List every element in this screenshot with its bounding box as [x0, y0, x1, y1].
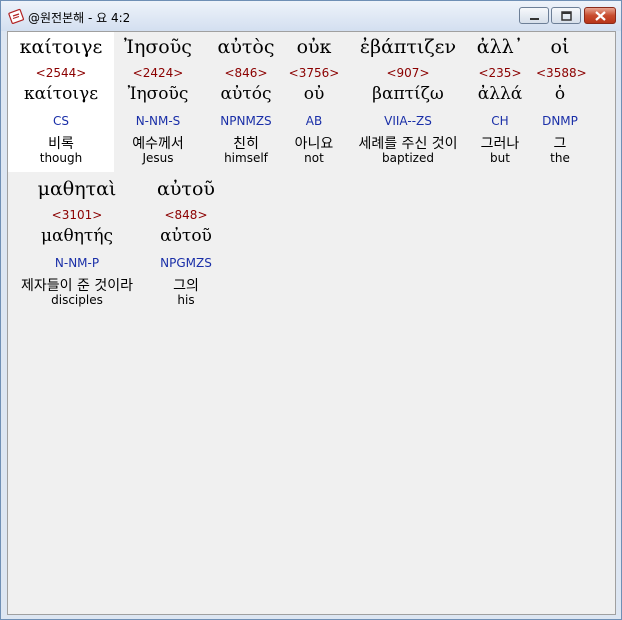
greek-word: οἱ	[550, 36, 570, 58]
maximize-button[interactable]	[551, 7, 581, 24]
strong-number[interactable]: <3756>	[286, 66, 342, 80]
strong-number[interactable]: <2544>	[8, 66, 114, 80]
english-gloss: but	[490, 151, 510, 165]
minimize-button[interactable]	[519, 7, 549, 24]
morphology-code: NPGMZS	[160, 256, 212, 270]
morphology-code: N-NM-P	[54, 256, 100, 270]
english-gloss: Jesus	[142, 151, 174, 165]
morphology-code: AB	[305, 114, 323, 128]
korean-gloss: 제자들이 준 것이라	[21, 278, 133, 294]
english-gloss: baptized	[382, 151, 434, 165]
greek-word: Ἰησοῦς	[124, 36, 192, 58]
bible-app-icon	[8, 8, 24, 24]
greek-word: οὐκ	[296, 36, 332, 58]
close-button[interactable]	[584, 7, 616, 24]
word-cell[interactable]: ἐβάπτιζεν <907> βαπτίζω VIIA--ZS 세례를 주신 …	[345, 32, 471, 172]
greek-word: αὐτὸς	[217, 36, 275, 58]
korean-gloss: 그	[553, 136, 567, 152]
lexical-form: αὐτός	[220, 84, 272, 104]
morphology-code: N-NM-S	[135, 114, 181, 128]
lexical-form: αὐτοῦ	[160, 226, 212, 246]
greek-word: ἐβάπτιζεν	[359, 36, 457, 58]
app-window: @원전본해 - 요 4:2 καίτοιγε <2544> καίτοιγε C…	[0, 0, 622, 620]
restore-icon	[561, 11, 572, 21]
title-bar[interactable]: @원전본해 - 요 4:2	[1, 1, 621, 31]
english-gloss: though	[39, 151, 83, 165]
close-icon	[595, 11, 606, 21]
greek-word: καίτοιγε	[19, 36, 103, 58]
strong-number[interactable]: <3101>	[8, 208, 146, 222]
morphology-code: NPNMZS	[220, 114, 272, 128]
greek-word: ἀλλ᾽	[476, 36, 524, 58]
korean-gloss: 세례를 주신 것이	[358, 136, 458, 152]
word-cell[interactable]: Ἰησοῦς <2424> Ἰησοῦς N-NM-S 예수께서 Jesus	[116, 32, 200, 172]
korean-gloss: 그러나	[480, 136, 520, 152]
strong-number[interactable]: <2424>	[116, 66, 200, 80]
strong-number[interactable]: <235>	[472, 66, 528, 80]
english-gloss: the	[550, 151, 570, 165]
word-cell[interactable]: οὐκ <3756> οὐ AB 아니요 not	[286, 32, 342, 172]
strong-number[interactable]: <848>	[148, 208, 224, 222]
korean-gloss: 예수께서	[132, 136, 184, 152]
word-cell[interactable]: αὐτὸς <846> αὐτός NPNMZS 친히 himself	[202, 32, 290, 172]
minimize-icon	[530, 18, 539, 20]
greek-word: αὐτοῦ	[157, 178, 215, 200]
strong-number[interactable]: <846>	[202, 66, 290, 80]
english-gloss: disciples	[51, 293, 103, 307]
word-cell[interactable]: αὐτοῦ <848> αὐτοῦ NPGMZS 그의 his	[148, 174, 224, 314]
lexical-form: Ἰησοῦς	[127, 84, 189, 104]
word-cell[interactable]: οἱ <3588> ὁ DNMP 그 the	[536, 32, 587, 172]
lexical-form: ἀλλά	[477, 84, 523, 104]
word-cell[interactable]: μαθηταὶ <3101> μαθητής N-NM-P 제자들이 준 것이라…	[8, 174, 146, 314]
lexical-form: οὐ	[303, 84, 325, 104]
morphology-code: VIIA--ZS	[384, 114, 432, 128]
morphology-code: CS	[53, 114, 69, 128]
lexical-form: βαπτίζω	[372, 84, 444, 104]
morphology-code: CH	[491, 114, 509, 128]
english-gloss: not	[304, 151, 324, 165]
greek-word: μαθηταὶ	[37, 178, 117, 200]
lexical-form: μαθητής	[40, 226, 114, 246]
morphology-code: DNMP	[542, 114, 578, 128]
interlinear-panel[interactable]: καίτοιγε <2544> καίτοιγε CS 비록 though Ἰη…	[7, 31, 616, 615]
korean-gloss: 그의	[173, 278, 199, 294]
korean-gloss: 친히	[233, 136, 259, 152]
word-cell[interactable]: καίτοιγε <2544> καίτοιγε CS 비록 though	[8, 32, 114, 172]
english-gloss: himself	[224, 151, 268, 165]
word-cell[interactable]: ἀλλ᾽ <235> ἀλλά CH 그러나 but	[472, 32, 528, 172]
korean-gloss: 아니요	[294, 136, 334, 152]
english-gloss: his	[177, 293, 195, 307]
strong-number[interactable]: <3588>	[536, 66, 587, 80]
strong-number[interactable]: <907>	[345, 66, 471, 80]
korean-gloss: 비록	[48, 136, 74, 152]
lexical-form: ὁ	[554, 84, 566, 104]
lexical-form: καίτοιγε	[23, 84, 99, 104]
window-title: @원전본해 - 요 4:2	[28, 11, 131, 25]
